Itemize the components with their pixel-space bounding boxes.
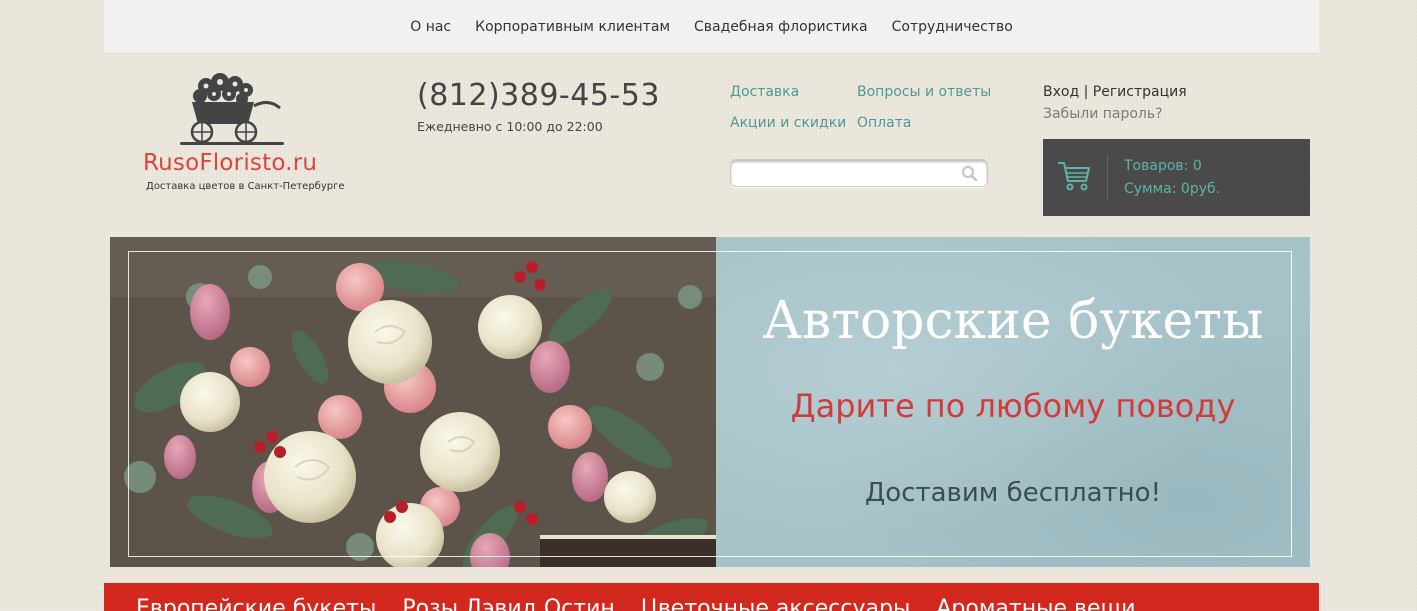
cart-item-count: Товаров: 0 <box>1124 158 1202 174</box>
category-david-austin-roses[interactable]: Розы Дэвид Остин <box>402 596 614 611</box>
search-input[interactable] <box>737 163 947 183</box>
search-box <box>730 159 988 187</box>
promo-banner[interactable]: Авторские букеты Дарите по любому поводу… <box>110 237 1310 567</box>
link-promotions[interactable]: Акции и скидки <box>730 115 846 131</box>
topnav-item-cooperation[interactable]: Сотрудничество <box>892 19 1013 35</box>
banner-headline: Авторские букеты <box>762 291 1264 351</box>
cart-widget[interactable]: Товаров: 0 Сумма: 0руб. <box>1043 139 1310 216</box>
top-navigation: О нас Корпоративным клиентам Свадебная ф… <box>104 0 1319 53</box>
topnav-item-about[interactable]: О нас <box>410 19 451 35</box>
cart-icon <box>1058 162 1090 191</box>
cart-divider <box>1107 155 1108 201</box>
flower-cart-icon <box>180 73 284 145</box>
link-delivery[interactable]: Доставка <box>730 84 799 100</box>
category-european-bouquets[interactable]: Европейские букеты <box>136 596 376 611</box>
bouquet-image <box>110 237 716 567</box>
link-payment[interactable]: Оплата <box>857 115 911 131</box>
banner-subheadline: Дарите по любому поводу <box>790 387 1236 425</box>
auth-separator: | <box>1083 84 1089 100</box>
working-hours: Ежедневно с 10:00 до 22:00 <box>417 119 603 134</box>
register-link[interactable]: Регистрация <box>1093 84 1187 100</box>
topnav-item-corporate[interactable]: Корпоративным клиентам <box>475 19 670 35</box>
login-link[interactable]: Вход <box>1043 84 1079 100</box>
brand-tagline: Доставка цветов в Санкт-Петербурге <box>146 181 345 192</box>
phone-number[interactable]: (812)389-45-53 <box>417 78 660 113</box>
category-navigation: Европейские букеты Розы Дэвид Остин Цвет… <box>104 583 1319 611</box>
link-faq[interactable]: Вопросы и ответы <box>857 84 991 100</box>
topnav-item-wedding[interactable]: Свадебная флористика <box>694 19 868 35</box>
banner-free-delivery: Доставим бесплатно! <box>864 478 1162 508</box>
category-flower-accessories[interactable]: Цветочные аксессуары <box>641 596 911 611</box>
search-icon[interactable] <box>961 165 978 182</box>
bouquet-photo <box>110 237 716 567</box>
cart-total-sum: Сумма: 0руб. <box>1124 181 1221 197</box>
site-logo[interactable]: RusoFloristo.ru Доставка цветов в Санкт-… <box>140 70 345 200</box>
brand-name: RusoFloristo.ru <box>143 150 318 176</box>
auth-block: Вход | Регистрация Забыли пароль? <box>1043 84 1187 122</box>
category-scented-items[interactable]: Ароматные вещи <box>936 596 1135 611</box>
forgot-password-link[interactable]: Забыли пароль? <box>1043 106 1187 122</box>
contact-block: (812)389-45-53 Ежедневно с 10:00 до 22:0… <box>417 78 660 134</box>
